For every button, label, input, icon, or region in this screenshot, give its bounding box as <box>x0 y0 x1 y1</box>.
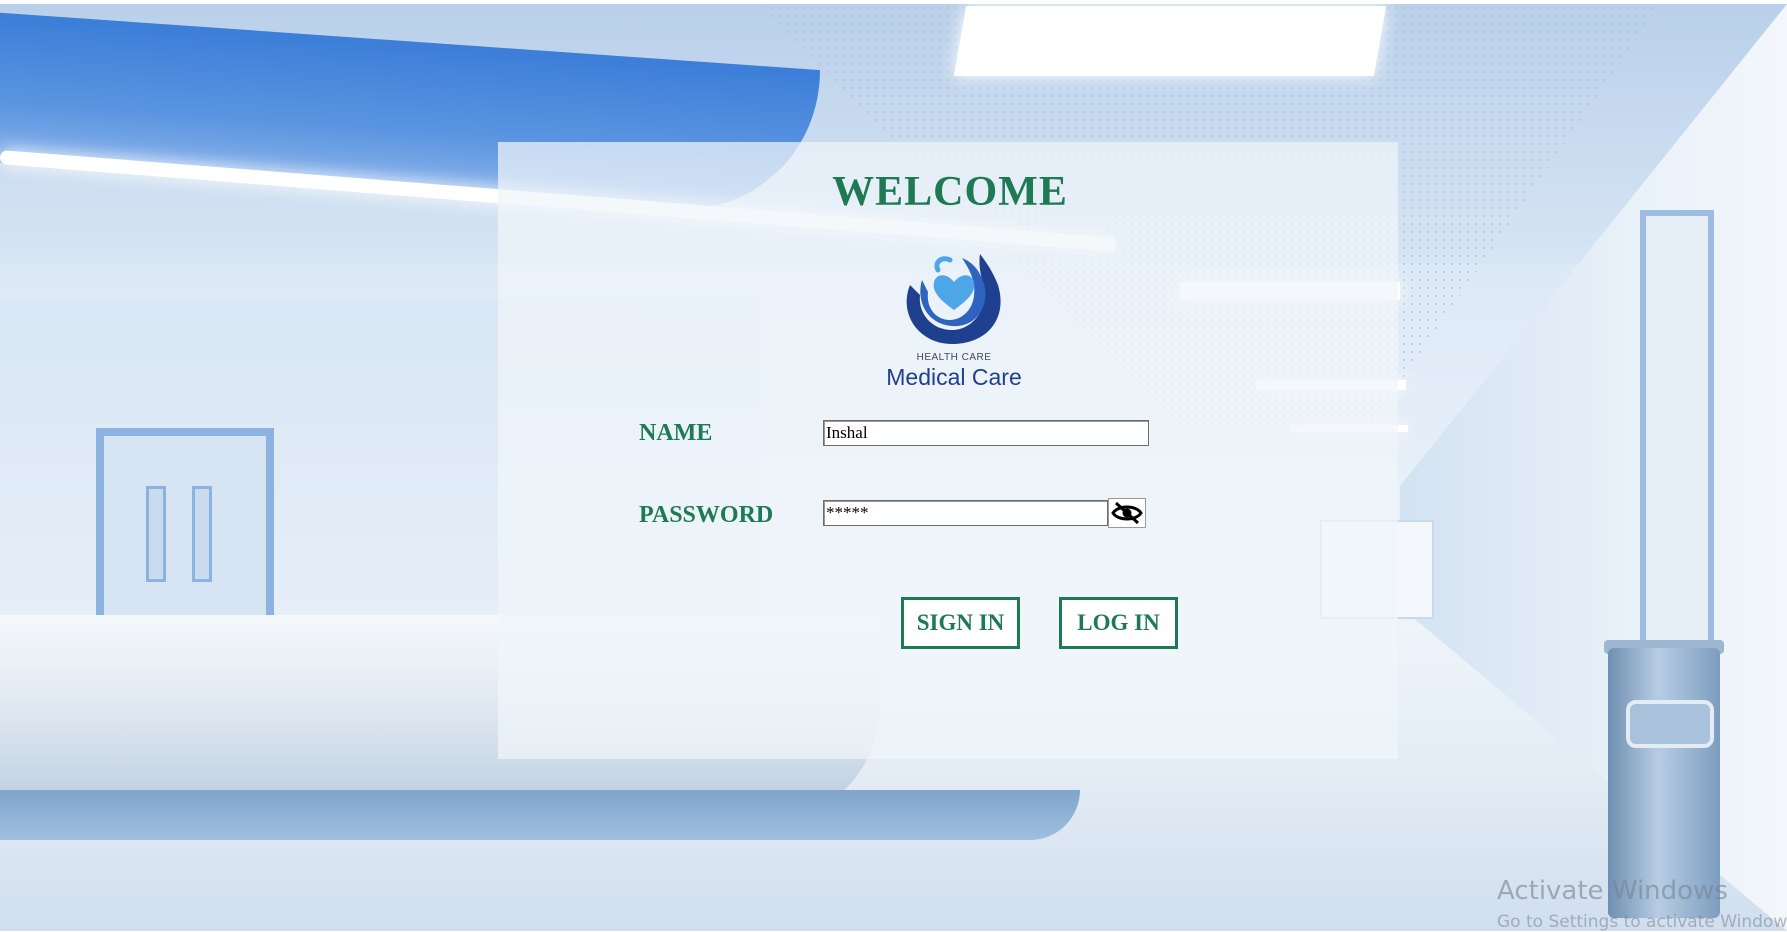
activate-windows-subtext: Go to Settings to activate Windows. <box>1497 912 1787 932</box>
log-in-button[interactable]: LOG IN <box>1059 597 1178 649</box>
heart-hands-icon <box>906 254 1001 345</box>
logo-name: Medical Care <box>886 364 1022 390</box>
password-label: PASSWORD <box>639 502 774 528</box>
top-strip <box>0 0 1787 4</box>
name-input[interactable]: Inshal <box>823 420 1149 446</box>
ceiling-light <box>953 6 1387 76</box>
name-label: NAME <box>639 420 713 446</box>
password-input[interactable]: ***** <box>823 500 1108 526</box>
bin-handle <box>1626 700 1714 748</box>
reception-desk-base <box>0 790 1080 840</box>
login-panel <box>498 142 1398 759</box>
logo-subtitle: HEALTH CARE <box>916 352 992 363</box>
eye-slash-icon <box>1111 501 1143 525</box>
sign-in-button[interactable]: SIGN IN <box>901 597 1020 649</box>
activate-windows-watermark: Activate Windows <box>1497 876 1728 906</box>
background-door <box>96 428 274 626</box>
password-toggle-button[interactable] <box>1108 498 1146 528</box>
